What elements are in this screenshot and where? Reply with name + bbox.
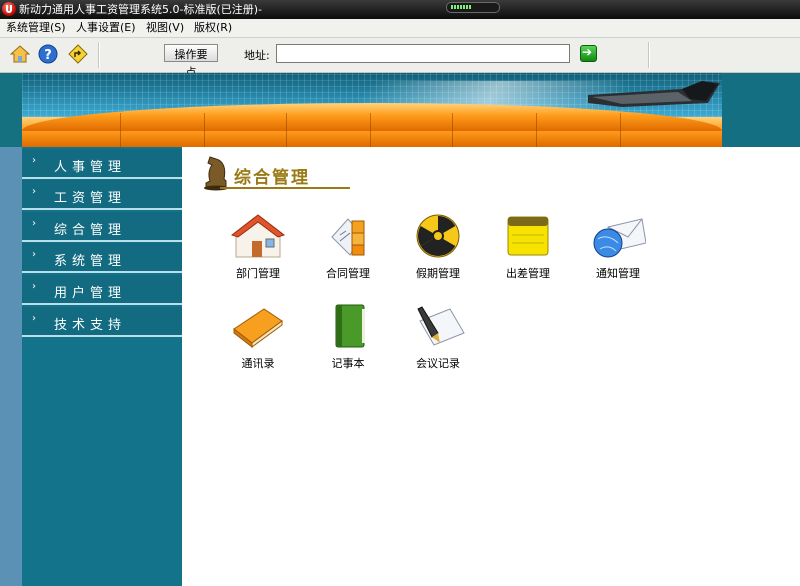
sidebar-item-label: 综合管理 — [54, 223, 127, 238]
tile-label: 会议记录 — [416, 357, 460, 370]
menu-system[interactable]: 系统管理(S) — [6, 21, 66, 35]
toolbar: ? 操作要点 地址: — [0, 38, 800, 79]
chevron-right-icon: › — [32, 281, 36, 292]
sidebar-item-label: 系统管理 — [54, 254, 127, 269]
address-label: 地址: — [244, 49, 270, 62]
notepad-icon — [507, 216, 549, 256]
sidebar-item-salary[interactable]: › 工资管理 — [22, 180, 182, 210]
app-icon — [2, 2, 16, 16]
tile-address-book[interactable]: 通讯录 — [218, 303, 298, 383]
pen-icon — [417, 306, 465, 346]
go-arrow-icon[interactable] — [580, 45, 597, 62]
tile-label: 出差管理 — [506, 267, 550, 280]
chevron-right-icon: › — [32, 218, 36, 229]
section-header: 综合管理 — [196, 151, 350, 191]
tile-label: 通知管理 — [596, 267, 640, 280]
menu-view[interactable]: 视图(V) — [146, 21, 184, 35]
banner-image — [22, 73, 722, 147]
contract-icon — [331, 218, 365, 256]
menu-bar: 系统管理(S) 人事设置(E) 视图(V) 版权(R) — [0, 19, 800, 38]
window-title: 新动力通用人事工资管理系统5.0-标准版(已注册)- — [19, 3, 263, 16]
tile-leave[interactable]: 假期管理 — [398, 213, 478, 293]
toolbar-separator — [98, 42, 100, 68]
chess-knight-icon — [204, 156, 228, 191]
tile-notebook[interactable]: 记事本 — [308, 303, 388, 383]
chevron-right-icon: › — [32, 155, 36, 166]
sidebar-item-users[interactable]: › 用户管理 — [22, 275, 182, 305]
help-icon[interactable]: ? — [38, 44, 58, 64]
address-input[interactable] — [276, 44, 570, 63]
tile-label: 通讯录 — [241, 357, 275, 370]
tile-label: 假期管理 — [416, 267, 460, 280]
banner-tab-strip — [22, 103, 722, 147]
ops-guide-button[interactable]: 操作要点 — [164, 44, 218, 79]
tile-label: 合同管理 — [326, 267, 370, 280]
sidebar-item-support[interactable]: › 技术支持 — [22, 307, 182, 337]
sidebar-item-label: 技术支持 — [54, 318, 127, 333]
house-icon — [230, 214, 286, 258]
chevron-right-icon: › — [32, 249, 36, 260]
sidebar-item-label: 用户管理 — [54, 286, 127, 301]
sidebar-item-personnel[interactable]: › 人事管理 — [22, 149, 182, 179]
tile-business-trip[interactable]: 出差管理 — [488, 213, 568, 293]
radiation-icon — [416, 214, 460, 258]
tile-meeting-minutes[interactable]: 会议记录 — [398, 303, 478, 383]
email-globe-icon — [593, 218, 646, 258]
sidebar-item-system[interactable]: › 系统管理 — [22, 243, 182, 273]
home-icon[interactable] — [10, 44, 30, 64]
header-banner — [0, 73, 800, 147]
monitor-icon — [588, 81, 720, 107]
tile-department[interactable]: 部门管理 — [218, 213, 298, 293]
tile-label: 部门管理 — [236, 267, 280, 280]
sidebar-item-label: 工资管理 — [54, 191, 127, 206]
section-title: 综合管理 — [234, 168, 310, 188]
sidebar-nav: › 人事管理 › 工资管理 › 综合管理 › 系统管理 › 用户管理 › 技术支… — [22, 147, 182, 586]
tile-notice[interactable]: 通知管理 — [578, 213, 658, 293]
chevron-right-icon: › — [32, 313, 36, 324]
tile-label: 记事本 — [331, 357, 365, 370]
address-book-icon — [233, 308, 283, 349]
left-edge-strip — [0, 147, 22, 586]
notebook-icon — [335, 304, 365, 348]
sidebar-item-general[interactable]: › 综合管理 — [22, 212, 182, 242]
title-gauge-icon — [446, 2, 500, 13]
toolbar-separator — [648, 42, 650, 68]
title-bar: 新动力通用人事工资管理系统5.0-标准版(已注册)- — [0, 0, 800, 19]
tile-contract[interactable]: 合同管理 — [308, 213, 388, 293]
back-icon[interactable] — [68, 44, 88, 64]
menu-personnel-settings[interactable]: 人事设置(E) — [76, 21, 136, 35]
sidebar-item-label: 人事管理 — [54, 160, 127, 175]
svg-text:?: ? — [44, 48, 52, 63]
menu-copyright[interactable]: 版权(R) — [194, 21, 232, 35]
chevron-right-icon: › — [32, 186, 36, 197]
main-content: 综合管理 部门管理 合同管理 假期管理 出差管理 通知管理 通讯录 记事本 会议… — [182, 147, 800, 586]
